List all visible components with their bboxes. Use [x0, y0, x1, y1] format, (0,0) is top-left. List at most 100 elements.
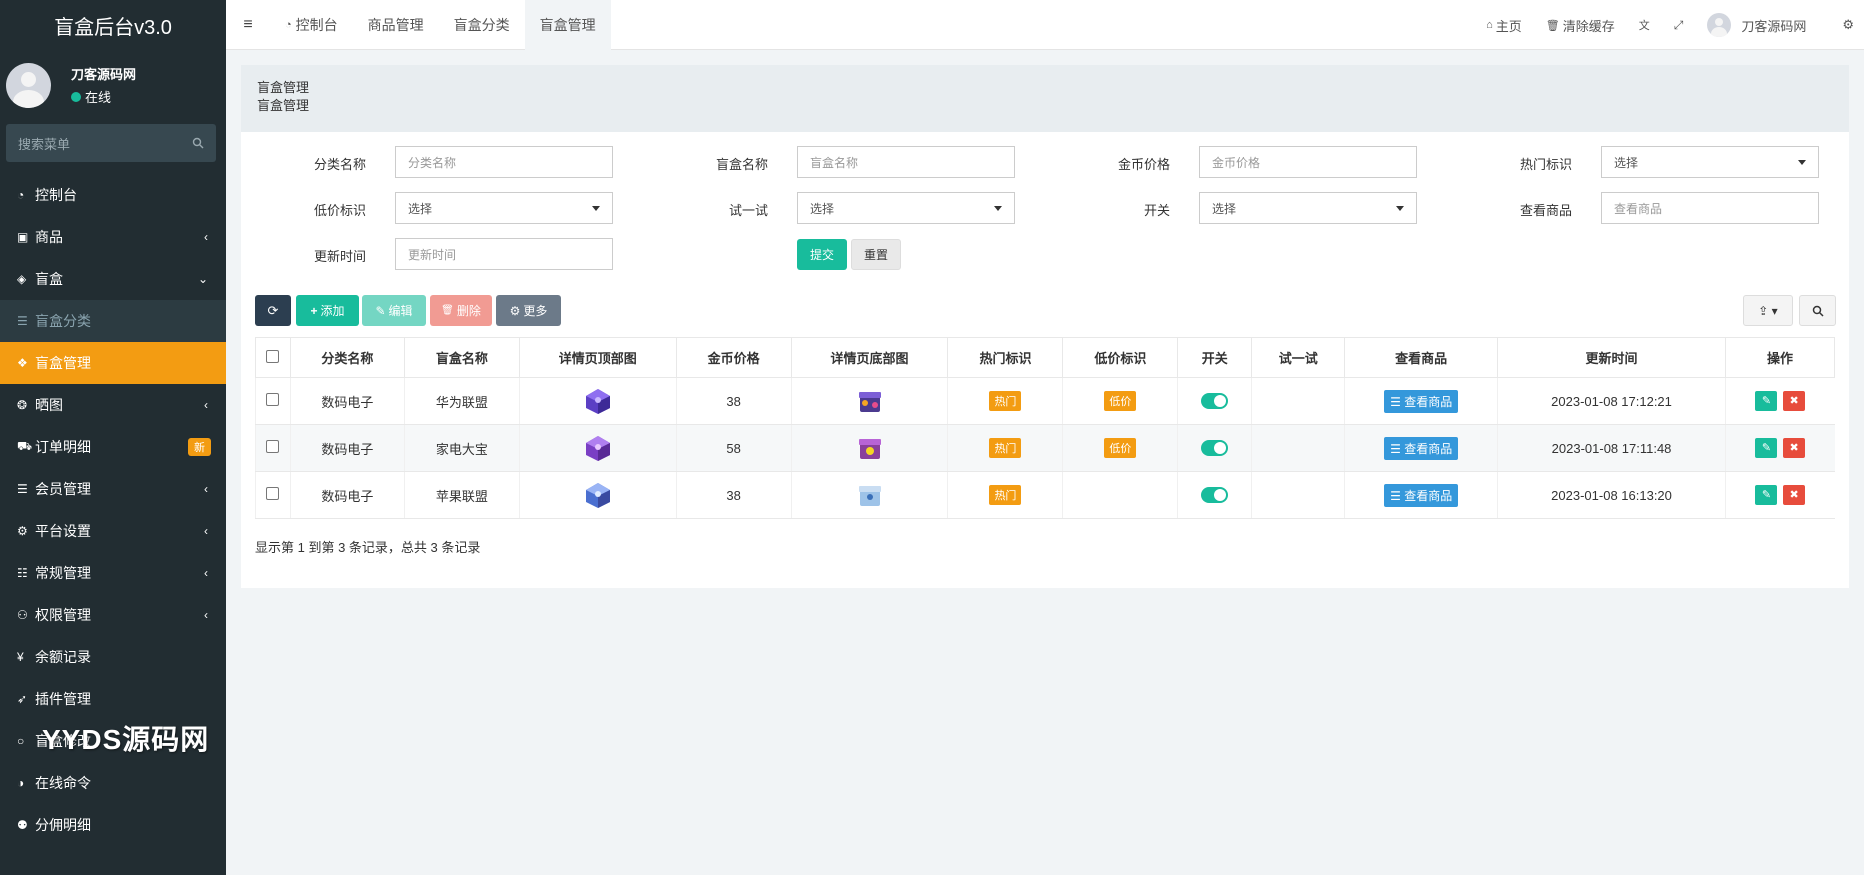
submit-button[interactable]: 提交 — [797, 239, 847, 270]
sidebar-item-blindbox-manage[interactable]: ❖ 盲盒管理 — [0, 342, 226, 384]
sidebar-item-label: 余额记录 — [35, 649, 91, 665]
sidebar-item-platform-settings[interactable]: ⚙ 平台设置 ‹ — [0, 510, 226, 552]
row-edit-button[interactable]: ✎ — [1755, 438, 1778, 458]
sidebar-item-dashboard[interactable]: ◔ 控制台 — [0, 174, 226, 216]
settings-button[interactable]: ⚙ — [1830, 0, 1864, 50]
blindbox-bottom-image[interactable] — [856, 481, 884, 509]
col-header[interactable]: 试一试 — [1251, 337, 1346, 378]
sidebar-item-plugins[interactable]: ➶ 插件管理 — [0, 678, 226, 720]
view-goods-button[interactable]: ☰ 查看商品 — [1384, 483, 1459, 507]
bottom-image-cell — [790, 377, 948, 425]
switch-filter-value: 选择 — [1212, 201, 1237, 216]
low-cell: 低价 — [1062, 377, 1178, 425]
avatar — [1707, 13, 1732, 37]
category-cell: 数码电子 — [289, 424, 405, 472]
row-edit-button[interactable]: ✎ — [1755, 391, 1778, 411]
sidebar-item-commission[interactable]: ⚉ 分佣明细 — [0, 804, 226, 846]
sidebar-item-online-command[interactable]: ◑ 在线命令 — [0, 762, 226, 804]
goods-cell: ☰ 查看商品 — [1344, 424, 1498, 472]
low-filter-select[interactable]: 选择 — [395, 192, 613, 224]
home-link[interactable]: ⌂ 主页 — [1474, 0, 1534, 50]
col-header[interactable]: 查看商品 — [1344, 337, 1499, 378]
col-header[interactable]: 分类名称 — [289, 337, 405, 378]
col-header[interactable]: 开关 — [1177, 337, 1253, 378]
add-button[interactable]: + 添加 — [296, 295, 359, 326]
gear-icon: ⚙ — [509, 303, 521, 318]
sidebar-item-balance[interactable]: ¥ 余额记录 — [0, 636, 226, 678]
sidebar-item-label: 晒图 — [35, 397, 63, 413]
tab-blindbox-manage[interactable]: 盲盒管理 — [524, 0, 611, 50]
search-toggle-button[interactable] — [1799, 295, 1836, 326]
sidebar-item-orders[interactable]: ⛟ 订单明细 新 — [0, 426, 226, 468]
row-delete-button[interactable]: ✖ — [1783, 438, 1806, 458]
status-toggle[interactable] — [1201, 440, 1229, 457]
row-checkbox[interactable] — [266, 393, 280, 406]
refresh-button[interactable]: ⟳ — [255, 295, 291, 326]
sidebar-item-members[interactable]: ☰ 会员管理 ‹ — [0, 468, 226, 510]
col-header[interactable]: 详情页顶部图 — [518, 337, 677, 378]
sidebar-item-blindbox-category[interactable]: ☰ 盲盒分类 — [0, 300, 226, 342]
sidebar-item-permissions[interactable]: ⚇ 权限管理 ‹ — [0, 594, 226, 636]
try-filter-select[interactable]: 选择 — [797, 192, 1015, 224]
user-menu[interactable]: 刀客源码网 — [1695, 0, 1830, 50]
delete-button[interactable]: 🗑 删除 — [430, 295, 492, 326]
sidebar-item-label: 盲盒 — [35, 271, 63, 287]
goods-filter-label: 查看商品 — [1519, 203, 1572, 218]
tab-blindbox-category[interactable]: 盲盒分类 — [439, 0, 525, 50]
fullscreen-button[interactable]: ⤢ — [1662, 0, 1696, 50]
col-header[interactable]: 详情页底部图 — [790, 337, 949, 378]
sidebar-toggle-icon[interactable]: ≡ — [226, 16, 270, 34]
row-delete-button[interactable]: ✖ — [1783, 391, 1806, 411]
goods-filter-input[interactable]: 查看商品 — [1601, 192, 1819, 224]
try-filter-label: 试一试 — [728, 203, 768, 218]
name-filter-input[interactable]: 盲盒名称 — [797, 146, 1015, 178]
time-filter-input[interactable]: 更新时间 — [395, 238, 613, 270]
col-header[interactable]: 热门标识 — [947, 337, 1064, 378]
tab-goods-manage[interactable]: 商品管理 — [353, 0, 439, 50]
category-filter-input[interactable]: 分类名称 — [395, 146, 613, 178]
col-header[interactable]: 金币价格 — [675, 337, 792, 378]
blindbox-bottom-image[interactable] — [856, 434, 884, 462]
list-icon: ☰ — [1390, 394, 1405, 409]
select-all-checkbox[interactable] — [266, 349, 280, 363]
top-image-cell — [518, 377, 677, 425]
sidebar-item-photos[interactable]: ❂ 晒图 ‹ — [0, 384, 226, 426]
row-checkbox[interactable] — [266, 487, 280, 500]
switch-filter-select[interactable]: 选择 — [1199, 192, 1417, 224]
reset-button[interactable]: 重置 — [851, 239, 901, 270]
row-checkbox[interactable] — [266, 440, 280, 453]
status-toggle[interactable] — [1201, 487, 1229, 504]
more-button[interactable]: ⚙ 更多 — [496, 295, 561, 326]
status-toggle[interactable] — [1201, 393, 1229, 410]
view-goods-button[interactable]: ☰ 查看商品 — [1384, 389, 1459, 413]
col-header[interactable]: 盲盒名称 — [403, 337, 520, 378]
more-label: 更多 — [523, 304, 548, 318]
row-delete-button[interactable]: ✖ — [1783, 485, 1806, 505]
col-header[interactable]: 更新时间 — [1497, 337, 1726, 378]
view-goods-button[interactable]: ☰ 查看商品 — [1384, 436, 1459, 460]
price-cell: 58 — [675, 424, 792, 472]
blindbox-top-image[interactable] — [584, 434, 612, 462]
col-header[interactable]: 低价标识 — [1062, 337, 1179, 378]
tab-label: 盲盒管理 — [539, 16, 596, 33]
tab-dashboard[interactable]: ◔ 控制台 — [270, 0, 353, 50]
edit-button[interactable]: ✎ 编辑 — [362, 295, 426, 326]
blindbox-top-image[interactable] — [584, 387, 612, 415]
sidebar-item-goods[interactable]: ▣ 商品 ‹ — [0, 216, 226, 258]
chevron-left-icon: ‹ — [204, 230, 208, 244]
clear-cache-button[interactable]: 🗑 清除缓存 — [1534, 0, 1627, 50]
blindbox-top-image[interactable] — [584, 481, 612, 509]
bottom-image-cell — [790, 424, 948, 472]
menu-search-input[interactable]: 搜索菜单 — [6, 124, 216, 162]
price-filter-input[interactable]: 金币价格 — [1199, 146, 1417, 178]
language-button[interactable]: 文 — [1627, 0, 1662, 50]
app-logo[interactable]: 盲盒后台v3.0 — [0, 0, 226, 50]
row-edit-button[interactable]: ✎ — [1755, 485, 1778, 505]
hot-filter-select[interactable]: 选择 — [1601, 146, 1819, 178]
search-icon — [192, 137, 204, 149]
sidebar-item-label: 分佣明细 — [35, 817, 91, 833]
sidebar-item-general[interactable]: ☷ 常规管理 ‹ — [0, 552, 226, 594]
sidebar-item-blindbox[interactable]: ◈ 盲盒 ⌄ — [0, 258, 226, 300]
export-button[interactable]: ⇪ ▾ — [1743, 295, 1793, 326]
blindbox-bottom-image[interactable] — [856, 387, 884, 415]
